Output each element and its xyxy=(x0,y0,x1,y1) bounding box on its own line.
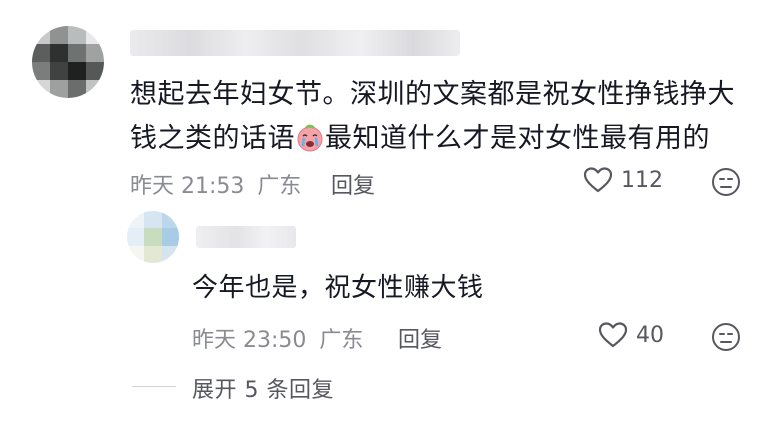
comment-text-line1: 想起去年妇女节。深圳的文案都是祝女性挣钱挣大 xyxy=(130,79,735,110)
expand-divider xyxy=(132,386,176,387)
reply-time: 昨天 23:50 xyxy=(192,328,307,353)
reply-reply-button[interactable]: 回复 xyxy=(398,322,442,354)
comment-text: 想起去年妇女节。深圳的文案都是祝女性挣钱挣大 钱之类的话语 最知道什么才是对女性… xyxy=(130,73,750,161)
comment-time: 昨天 21:53 xyxy=(130,174,245,199)
crying-face-icon xyxy=(297,124,323,152)
reply-like-count: 40 xyxy=(636,322,664,348)
reply-text: 今年也是，祝女性赚大钱 xyxy=(192,273,484,303)
expand-replies-button[interactable]: 展开 5 条回复 xyxy=(192,372,334,404)
comment-meta: 昨天 21:53 广东 xyxy=(130,168,301,200)
commenter-username-redacted[interactable] xyxy=(130,30,460,56)
dislike-face-icon[interactable] xyxy=(711,167,741,197)
reply-location: 广东 xyxy=(319,328,364,353)
replier-avatar[interactable] xyxy=(127,211,179,263)
comment-like-button[interactable]: 112 xyxy=(583,166,663,194)
comment-text-line2b: 最知道什么才是对女性最有用的 xyxy=(325,123,710,154)
comment-like-count: 112 xyxy=(621,167,663,193)
heart-icon xyxy=(583,167,613,193)
comment-location: 广东 xyxy=(257,174,302,199)
dislike-face-icon[interactable] xyxy=(711,322,741,352)
comment-reply-button[interactable]: 回复 xyxy=(331,168,375,200)
commenter-avatar[interactable] xyxy=(32,26,104,98)
heart-icon xyxy=(598,322,628,348)
reply-like-button[interactable]: 40 xyxy=(598,321,664,349)
comment-text-line2a: 钱之类的话语 xyxy=(130,123,295,154)
reply-meta: 昨天 23:50 广东 xyxy=(192,322,363,354)
replier-username-redacted[interactable] xyxy=(196,226,296,248)
